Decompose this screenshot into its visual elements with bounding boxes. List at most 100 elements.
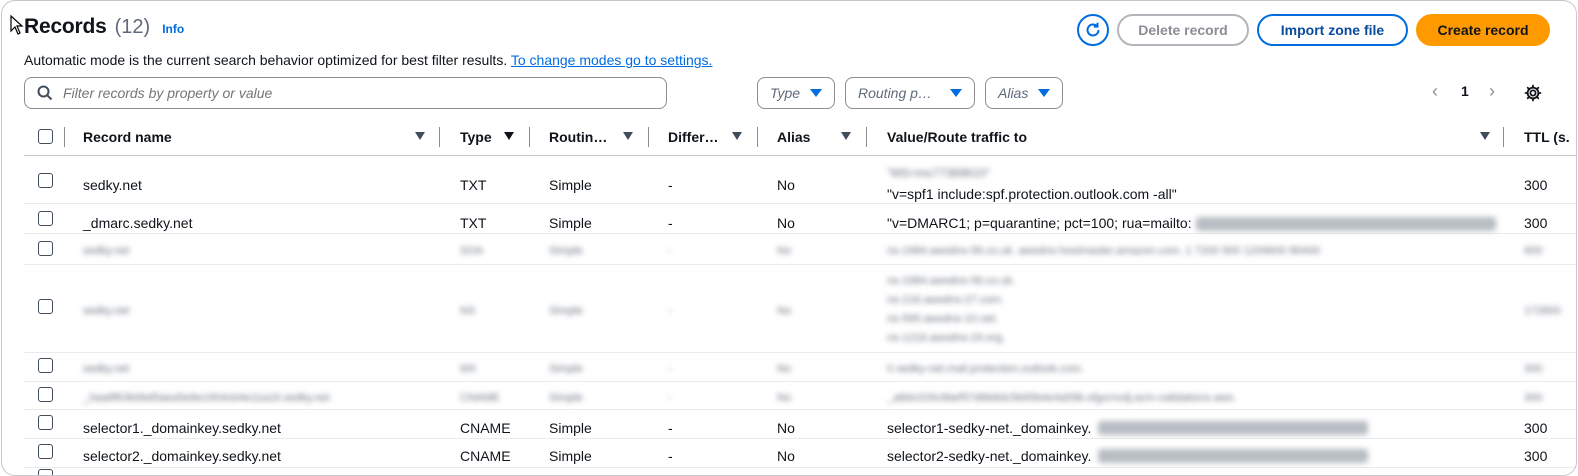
table-row[interactable]: selector1._domainkey.sedky.net CNAME Sim… xyxy=(24,410,1576,439)
record-type: MX xyxy=(460,363,477,375)
settings-link[interactable]: To change modes go to settings. xyxy=(511,52,713,68)
sort-icon[interactable] xyxy=(1480,132,1490,140)
record-type: CNAME xyxy=(460,420,511,436)
redacted-block xyxy=(1098,449,1368,463)
row-checkbox[interactable] xyxy=(38,387,53,402)
row-checkbox[interactable] xyxy=(38,358,53,373)
search-mode-description: Automatic mode is the current search beh… xyxy=(24,52,712,68)
col-record-name[interactable]: Record name xyxy=(83,119,172,155)
col-routing[interactable]: Routin… xyxy=(549,119,607,155)
alias-value: No xyxy=(777,177,795,193)
type-filter-label: Type xyxy=(770,85,801,101)
col-type[interactable]: Type xyxy=(460,119,492,155)
col-value[interactable]: Value/Route traffic to xyxy=(887,119,1027,155)
sort-icon[interactable] xyxy=(415,132,425,140)
sort-icon[interactable] xyxy=(732,132,742,140)
previous-page-icon[interactable]: ‹ xyxy=(1432,81,1438,102)
caret-down-icon xyxy=(810,89,822,97)
ttl-value: 300 xyxy=(1524,215,1548,231)
record-type: TXT xyxy=(460,215,487,231)
row-checkbox[interactable] xyxy=(38,415,53,430)
redacted-block xyxy=(1196,217,1496,231)
record-name[interactable]: sedky.net xyxy=(83,245,129,257)
ttl-value: 300 xyxy=(1524,363,1543,375)
table-row[interactable]: sedky.net MX Simple - No 0 sedky-net.mai… xyxy=(24,353,1576,382)
alias-value: No xyxy=(777,448,795,464)
title-row: Records (12) Info xyxy=(24,15,184,39)
delete-record-button[interactable]: Delete record xyxy=(1117,14,1249,46)
import-zone-file-button[interactable]: Import zone file xyxy=(1257,14,1408,46)
col-ttl[interactable]: TTL (s. xyxy=(1524,119,1570,155)
alias-filter-label: Alias xyxy=(998,85,1029,101)
search-icon xyxy=(37,85,53,101)
ttl-value: 300 xyxy=(1524,392,1543,404)
record-name[interactable]: selector1._domainkey.sedky.net xyxy=(83,420,281,436)
table-row[interactable]: sedky.net TXT Simple - No "MS=ms77389610… xyxy=(24,156,1576,204)
current-page[interactable]: 1 xyxy=(1461,83,1469,99)
routing-policy: Simple xyxy=(549,177,592,193)
page-title: Records xyxy=(24,15,107,38)
record-name[interactable]: selector2._domainkey.sedky.net xyxy=(83,448,281,464)
record-name[interactable]: sedky.net xyxy=(83,305,129,317)
record-count: (12) xyxy=(114,16,151,38)
alias-filter-dropdown[interactable]: Alias xyxy=(985,77,1063,109)
col-alias[interactable]: Alias xyxy=(777,119,810,155)
alias-value: No xyxy=(777,215,795,231)
search-box[interactable] xyxy=(24,77,667,109)
sort-icon[interactable] xyxy=(841,132,851,140)
description-text: Automatic mode is the current search beh… xyxy=(24,52,508,68)
table-row[interactable]: _0aa8f63b0bd5aea5e9e1904cb4e11a16.sedky.… xyxy=(24,382,1576,410)
records-panel: Records (12) Info Automatic mode is the … xyxy=(1,0,1577,476)
routing-filter-dropdown[interactable]: Routing p… xyxy=(845,77,975,109)
routing-filter-label: Routing p… xyxy=(858,85,932,101)
alias-value: No xyxy=(777,305,792,317)
differentiator: - xyxy=(668,177,673,193)
select-all-checkbox[interactable] xyxy=(38,129,53,144)
gear-icon[interactable] xyxy=(1524,84,1542,102)
sort-descending-icon[interactable] xyxy=(504,132,514,140)
alias-value: No xyxy=(777,420,795,436)
alias-value: No xyxy=(777,392,792,404)
record-type: NS xyxy=(460,305,476,317)
row-checkbox[interactable] xyxy=(38,173,53,188)
row-checkbox[interactable] xyxy=(38,241,53,256)
table-row[interactable]: sedky.net SOA Simple - No ns-1984.awsdns… xyxy=(24,234,1576,265)
record-value-line: "v=spf1 include:spf.protection.outlook.c… xyxy=(887,186,1177,202)
row-checkbox[interactable] xyxy=(38,211,53,226)
create-record-button[interactable]: Create record xyxy=(1416,14,1550,46)
table-header: Record name Type Routin… Differ… Alias V… xyxy=(24,119,1576,156)
differentiator: - xyxy=(668,420,673,436)
row-checkbox[interactable] xyxy=(38,299,53,314)
table-row[interactable]: sedky.net NS Simple - No ns-1984.awsdns-… xyxy=(24,265,1576,353)
routing-policy: Simple xyxy=(549,392,583,404)
routing-policy: Simple xyxy=(549,245,583,257)
table-row[interactable]: _dmarc.sedky.net TXT Simple - No "v=DMAR… xyxy=(24,204,1576,234)
search-input[interactable] xyxy=(61,84,625,102)
ttl-value: 300 xyxy=(1524,448,1548,464)
record-name[interactable]: _dmarc.sedky.net xyxy=(83,215,192,231)
refresh-button[interactable] xyxy=(1077,14,1109,46)
table-row[interactable]: selector2._domainkey.sedky.net CNAME Sim… xyxy=(24,439,1576,468)
alias-value: No xyxy=(777,245,792,257)
info-link[interactable]: Info xyxy=(162,22,184,36)
record-name[interactable]: sedky.net xyxy=(83,177,142,193)
sort-icon[interactable] xyxy=(623,132,633,140)
record-type: TXT xyxy=(460,177,487,193)
record-type: CNAME xyxy=(460,448,511,464)
ttl-value: 172800 xyxy=(1524,305,1561,317)
differentiator: - xyxy=(668,392,672,404)
record-value-line: ns-216.awsdns-27.com. xyxy=(887,294,1004,306)
record-name[interactable]: _0aa8f63b0bd5aea5e9e1904cb4e11a16.sedky.… xyxy=(83,392,330,404)
col-differentiator[interactable]: Differ… xyxy=(668,119,719,155)
routing-policy: Simple xyxy=(549,448,592,464)
differentiator: - xyxy=(668,215,673,231)
routing-policy: Simple xyxy=(549,305,583,317)
routing-policy: Simple xyxy=(549,363,583,375)
record-value: _a8dc029c6bef57d6b8dc5b65b4e4a59b.sfgxrn… xyxy=(887,392,1237,404)
type-filter-dropdown[interactable]: Type xyxy=(757,77,835,109)
row-checkbox[interactable] xyxy=(38,444,53,459)
record-name[interactable]: sedky.net xyxy=(83,363,129,375)
row-checkbox[interactable] xyxy=(38,469,53,475)
next-page-icon[interactable]: › xyxy=(1489,81,1495,102)
redacted-block xyxy=(1098,421,1368,435)
